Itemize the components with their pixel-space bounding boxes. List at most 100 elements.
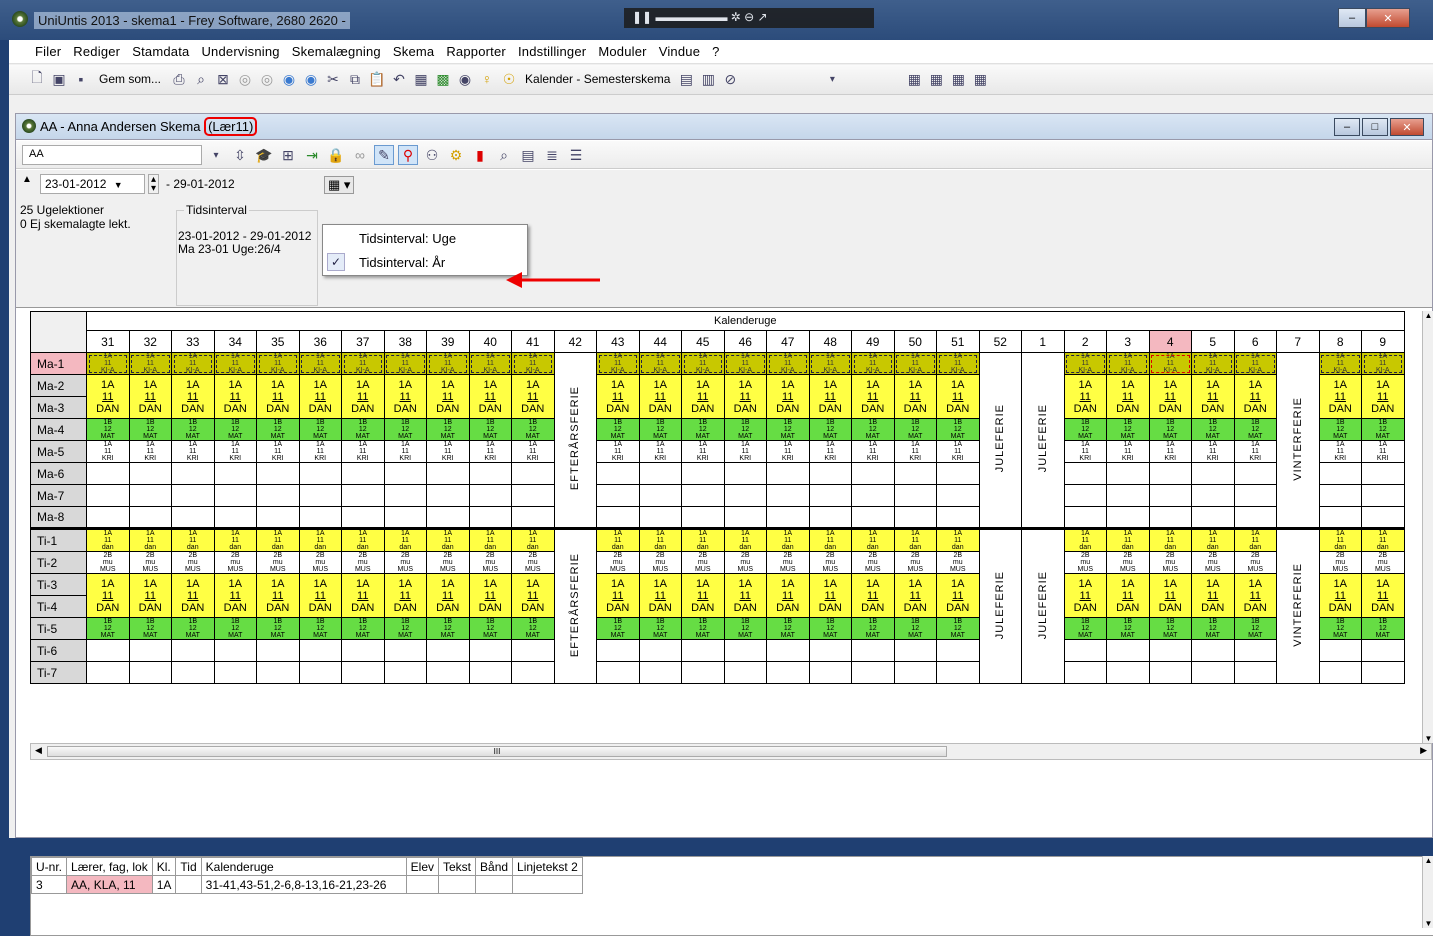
cell-student[interactable]: [405, 875, 440, 894]
lesson-cell[interactable]: 1A 11 KI-A: [596, 352, 640, 375]
lesson-cell[interactable]: 1A 11 dan: [766, 528, 810, 552]
lesson-cell[interactable]: 1A 11 KRI: [1106, 440, 1150, 463]
empty-cell[interactable]: [1361, 462, 1405, 485]
empty-cell[interactable]: [1063, 639, 1107, 662]
empty-cell[interactable]: [468, 462, 512, 485]
empty-cell[interactable]: [341, 639, 385, 662]
week-header[interactable]: 49: [851, 330, 895, 353]
lesson-cell[interactable]: 1A 11 KI-A: [681, 352, 725, 375]
empty-cell[interactable]: [128, 639, 172, 662]
week-header[interactable]: 43: [596, 330, 640, 353]
empty-cell[interactable]: [1106, 462, 1150, 485]
lesson-cell[interactable]: 1B 12 MAT: [426, 617, 470, 640]
calendar-view-label[interactable]: Kalender - Semesterskema: [521, 72, 674, 86]
spin-icon[interactable]: ⇳: [230, 145, 250, 165]
lesson-cell[interactable]: 1B 12 MAT: [893, 418, 937, 441]
paste-icon[interactable]: 📋: [367, 69, 387, 89]
interval-picker-icon[interactable]: ▦ ▾: [324, 176, 355, 194]
lesson-cell[interactable]: 1A 11 KRI: [511, 440, 555, 463]
lesson-cell[interactable]: 1A 11 DAN: [936, 573, 980, 618]
lesson-cell[interactable]: 1B 12 MAT: [128, 617, 172, 640]
lesson-cell[interactable]: 1A 11 DAN: [1191, 573, 1235, 618]
lesson-cell[interactable]: 1B 12 MAT: [1063, 418, 1107, 441]
lesson-cell[interactable]: 1B 12 MAT: [1361, 617, 1405, 640]
empty-cell[interactable]: [213, 661, 257, 684]
lesson-cell[interactable]: 1B 12 MAT: [171, 418, 215, 441]
lesson-cell[interactable]: 1B 12 MAT: [1148, 418, 1192, 441]
empty-cell[interactable]: [256, 661, 300, 684]
undo-icon[interactable]: ↶: [389, 69, 409, 89]
empty-cell[interactable]: [1148, 462, 1192, 485]
lesson-cell[interactable]: 1A 11 DAN: [426, 374, 470, 419]
lesson-cell[interactable]: 1B 12 MAT: [511, 418, 555, 441]
lesson-cell[interactable]: 1A 11 DAN: [128, 374, 172, 419]
lesson-cell[interactable]: 2B mu MUS: [681, 551, 725, 574]
empty-cell[interactable]: [851, 639, 895, 662]
lesson-cell[interactable]: 1A 11 KRI: [213, 440, 257, 463]
empty-cell[interactable]: [86, 484, 130, 507]
lesson-cell[interactable]: 1A 11 dan: [681, 528, 725, 552]
lesson-cell[interactable]: 1A 11 KI-A: [86, 352, 130, 375]
hint-icon[interactable]: ☉: [499, 69, 519, 89]
empty-cell[interactable]: [638, 661, 682, 684]
empty-cell[interactable]: [681, 639, 725, 662]
lesson-cell[interactable]: 1A 11 KRI: [1361, 440, 1405, 463]
lesson-cell[interactable]: 1B 12 MAT: [808, 617, 852, 640]
empty-cell[interactable]: [426, 484, 470, 507]
empty-cell[interactable]: [936, 506, 980, 529]
module-4-icon[interactable]: ▦: [970, 69, 990, 89]
empty-cell[interactable]: [468, 661, 512, 684]
week-header[interactable]: 34: [213, 330, 257, 353]
lesson-cell[interactable]: 1A 11 KI-A: [1106, 352, 1150, 375]
empty-cell[interactable]: [1106, 484, 1150, 507]
empty-cell[interactable]: [298, 462, 342, 485]
lesson-cell[interactable]: 1A 11 dan: [638, 528, 682, 552]
week-header[interactable]: 2: [1063, 330, 1107, 353]
empty-cell[interactable]: [596, 462, 640, 485]
lesson-cell[interactable]: 1A 11 dan: [1233, 528, 1277, 552]
lesson-cell[interactable]: 2B mu MUS: [213, 551, 257, 574]
grad-cap-icon[interactable]: 🎓: [254, 145, 274, 165]
empty-cell[interactable]: [936, 484, 980, 507]
empty-cell[interactable]: [426, 661, 470, 684]
empty-cell[interactable]: [1148, 661, 1192, 684]
empty-cell[interactable]: [1191, 661, 1235, 684]
empty-cell[interactable]: [1191, 462, 1235, 485]
list-icon[interactable]: ☰: [566, 145, 586, 165]
empty-cell[interactable]: [1233, 484, 1277, 507]
lesson-cell[interactable]: 1A 11 KI-A: [426, 352, 470, 375]
lesson-cell[interactable]: 1A 11 DAN: [213, 573, 257, 618]
menu-rapporter[interactable]: Rapporter: [440, 44, 512, 59]
lesson-cell[interactable]: 1A 11 DAN: [766, 374, 810, 419]
module-3-icon[interactable]: ▦: [948, 69, 968, 89]
lesson-cell[interactable]: 1A 11 DAN: [723, 374, 767, 419]
empty-cell[interactable]: [681, 462, 725, 485]
nav-prev-icon[interactable]: ◎: [257, 69, 277, 89]
empty-cell[interactable]: [596, 639, 640, 662]
row-label[interactable]: Ti-7: [30, 661, 87, 684]
lesson-cell[interactable]: 1A 11 DAN: [808, 573, 852, 618]
lesson-cell[interactable]: 1A 11 KRI: [1318, 440, 1362, 463]
lesson-cell[interactable]: 1A 11 DAN: [128, 573, 172, 618]
lesson-cell[interactable]: 1A 11 dan: [341, 528, 385, 552]
lesson-cell[interactable]: 1B 12 MAT: [298, 418, 342, 441]
lesson-cell[interactable]: 1B 12 MAT: [596, 617, 640, 640]
empty-cell[interactable]: [1361, 661, 1405, 684]
empty-cell[interactable]: [766, 639, 810, 662]
lesson-cell[interactable]: 2B mu MUS: [341, 551, 385, 574]
empty-cell[interactable]: [511, 462, 555, 485]
lesson-cell[interactable]: 1B 12 MAT: [86, 418, 130, 441]
empty-cell[interactable]: [1318, 462, 1362, 485]
lesson-cell[interactable]: 1B 12 MAT: [341, 418, 385, 441]
teacher-dropdown-icon[interactable]: ▾: [206, 145, 226, 165]
lesson-cell[interactable]: 1A 11 KI-A: [893, 352, 937, 375]
lesson-cell[interactable]: 1A 11 DAN: [256, 374, 300, 419]
empty-cell[interactable]: [426, 639, 470, 662]
empty-cell[interactable]: [426, 462, 470, 485]
interval-option-year[interactable]: ✓ Tidsinterval: År: [323, 251, 527, 275]
scroll-thumb[interactable]: III: [47, 746, 947, 757]
lesson-cell[interactable]: 1A 11 dan: [1318, 528, 1362, 552]
empty-cell[interactable]: [1318, 484, 1362, 507]
lesson-cell[interactable]: 1A 11 DAN: [1233, 374, 1277, 419]
week-header[interactable]: 40: [468, 330, 512, 353]
